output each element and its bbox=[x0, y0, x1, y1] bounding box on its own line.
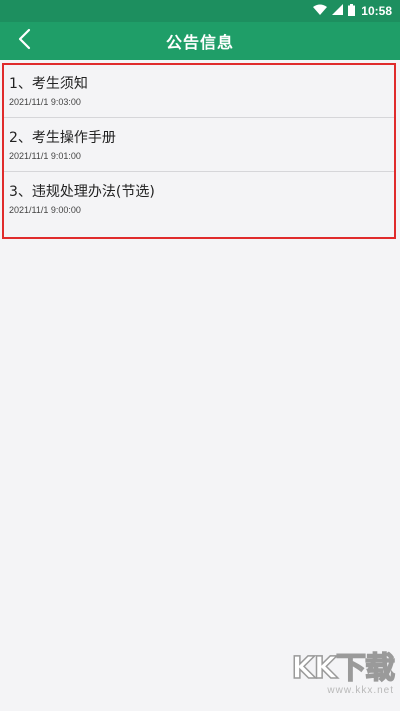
announcement-item[interactable]: 3、违规处理办法(节选) 2021/11/1 9:00:00 bbox=[4, 173, 394, 226]
announcement-title: 2、考生操作手册 bbox=[9, 130, 116, 146]
back-button[interactable] bbox=[10, 27, 38, 55]
signal-icon bbox=[332, 4, 344, 18]
app-bar: 公告信息 bbox=[0, 22, 400, 60]
status-time: 10:58 bbox=[361, 4, 392, 18]
status-icons bbox=[313, 3, 356, 19]
announcement-date: 2021/11/1 9:03:00 bbox=[9, 97, 81, 107]
watermark: KK下载 www.kkx.net bbox=[276, 651, 396, 703]
announcement-item[interactable]: 2、考生操作手册 2021/11/1 9:01:00 bbox=[4, 119, 394, 172]
announcement-title: 1、考生须知 bbox=[9, 76, 88, 92]
watermark-logo: KK下载 bbox=[291, 651, 396, 686]
announcement-title: 3、违规处理办法(节选) bbox=[9, 184, 155, 200]
announcement-item[interactable]: 1、考生须知 2021/11/1 9:03:00 bbox=[4, 65, 394, 118]
announcement-date: 2021/11/1 9:00:00 bbox=[9, 205, 81, 215]
battery-icon bbox=[348, 3, 356, 19]
status-bar: 10:58 bbox=[0, 0, 400, 22]
page-title: 公告信息 bbox=[165, 33, 234, 52]
announcement-date: 2021/11/1 9:01:00 bbox=[9, 151, 81, 161]
watermark-url: www.kkx.net bbox=[327, 685, 394, 696]
chevron-left-icon bbox=[17, 28, 31, 54]
wifi-icon bbox=[313, 4, 328, 18]
